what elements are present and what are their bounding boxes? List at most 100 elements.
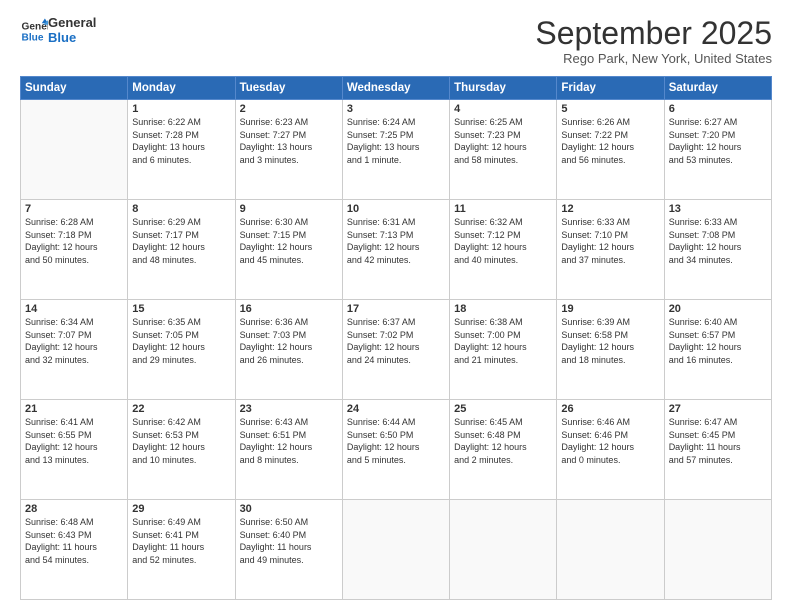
week-row-0: 1Sunrise: 6:22 AM Sunset: 7:28 PM Daylig… <box>21 100 772 200</box>
calendar-cell: 4Sunrise: 6:25 AM Sunset: 7:23 PM Daylig… <box>450 100 557 200</box>
day-number: 7 <box>25 203 123 215</box>
week-row-3: 21Sunrise: 6:41 AM Sunset: 6:55 PM Dayli… <box>21 400 772 500</box>
col-header-sunday: Sunday <box>21 77 128 100</box>
day-info: Sunrise: 6:39 AM Sunset: 6:58 PM Dayligh… <box>561 316 659 366</box>
day-info: Sunrise: 6:31 AM Sunset: 7:13 PM Dayligh… <box>347 216 445 266</box>
calendar-cell: 18Sunrise: 6:38 AM Sunset: 7:00 PM Dayli… <box>450 300 557 400</box>
day-info: Sunrise: 6:38 AM Sunset: 7:00 PM Dayligh… <box>454 316 552 366</box>
day-info: Sunrise: 6:48 AM Sunset: 6:43 PM Dayligh… <box>25 516 123 566</box>
day-number: 19 <box>561 303 659 315</box>
day-info: Sunrise: 6:34 AM Sunset: 7:07 PM Dayligh… <box>25 316 123 366</box>
calendar-cell <box>450 500 557 600</box>
calendar-cell: 26Sunrise: 6:46 AM Sunset: 6:46 PM Dayli… <box>557 400 664 500</box>
day-number: 3 <box>347 103 445 115</box>
day-info: Sunrise: 6:32 AM Sunset: 7:12 PM Dayligh… <box>454 216 552 266</box>
day-number: 23 <box>240 403 338 415</box>
day-number: 16 <box>240 303 338 315</box>
calendar-cell: 20Sunrise: 6:40 AM Sunset: 6:57 PM Dayli… <box>664 300 771 400</box>
calendar-cell: 1Sunrise: 6:22 AM Sunset: 7:28 PM Daylig… <box>128 100 235 200</box>
calendar-cell: 22Sunrise: 6:42 AM Sunset: 6:53 PM Dayli… <box>128 400 235 500</box>
day-number: 30 <box>240 503 338 515</box>
header: General Blue General Blue September 2025… <box>20 16 772 66</box>
calendar-cell: 21Sunrise: 6:41 AM Sunset: 6:55 PM Dayli… <box>21 400 128 500</box>
calendar-cell <box>21 100 128 200</box>
day-info: Sunrise: 6:28 AM Sunset: 7:18 PM Dayligh… <box>25 216 123 266</box>
calendar-table: SundayMondayTuesdayWednesdayThursdayFrid… <box>20 76 772 600</box>
calendar-cell: 30Sunrise: 6:50 AM Sunset: 6:40 PM Dayli… <box>235 500 342 600</box>
day-number: 5 <box>561 103 659 115</box>
day-info: Sunrise: 6:49 AM Sunset: 6:41 PM Dayligh… <box>132 516 230 566</box>
calendar-cell: 27Sunrise: 6:47 AM Sunset: 6:45 PM Dayli… <box>664 400 771 500</box>
logo: General Blue General Blue <box>20 16 96 46</box>
day-info: Sunrise: 6:33 AM Sunset: 7:08 PM Dayligh… <box>669 216 767 266</box>
day-number: 14 <box>25 303 123 315</box>
week-row-4: 28Sunrise: 6:48 AM Sunset: 6:43 PM Dayli… <box>21 500 772 600</box>
col-header-saturday: Saturday <box>664 77 771 100</box>
logo-blue: Blue <box>48 31 96 46</box>
day-info: Sunrise: 6:50 AM Sunset: 6:40 PM Dayligh… <box>240 516 338 566</box>
day-number: 26 <box>561 403 659 415</box>
day-number: 9 <box>240 203 338 215</box>
calendar-cell: 13Sunrise: 6:33 AM Sunset: 7:08 PM Dayli… <box>664 200 771 300</box>
day-info: Sunrise: 6:26 AM Sunset: 7:22 PM Dayligh… <box>561 116 659 166</box>
calendar-header-row: SundayMondayTuesdayWednesdayThursdayFrid… <box>21 77 772 100</box>
day-info: Sunrise: 6:25 AM Sunset: 7:23 PM Dayligh… <box>454 116 552 166</box>
calendar-cell: 17Sunrise: 6:37 AM Sunset: 7:02 PM Dayli… <box>342 300 449 400</box>
day-info: Sunrise: 6:47 AM Sunset: 6:45 PM Dayligh… <box>669 416 767 466</box>
day-number: 17 <box>347 303 445 315</box>
calendar-cell: 3Sunrise: 6:24 AM Sunset: 7:25 PM Daylig… <box>342 100 449 200</box>
calendar-cell: 7Sunrise: 6:28 AM Sunset: 7:18 PM Daylig… <box>21 200 128 300</box>
calendar-cell <box>557 500 664 600</box>
calendar-cell: 5Sunrise: 6:26 AM Sunset: 7:22 PM Daylig… <box>557 100 664 200</box>
calendar-cell: 25Sunrise: 6:45 AM Sunset: 6:48 PM Dayli… <box>450 400 557 500</box>
day-info: Sunrise: 6:40 AM Sunset: 6:57 PM Dayligh… <box>669 316 767 366</box>
calendar-cell: 11Sunrise: 6:32 AM Sunset: 7:12 PM Dayli… <box>450 200 557 300</box>
day-number: 11 <box>454 203 552 215</box>
day-info: Sunrise: 6:45 AM Sunset: 6:48 PM Dayligh… <box>454 416 552 466</box>
calendar-cell: 23Sunrise: 6:43 AM Sunset: 6:51 PM Dayli… <box>235 400 342 500</box>
day-info: Sunrise: 6:24 AM Sunset: 7:25 PM Dayligh… <box>347 116 445 166</box>
day-info: Sunrise: 6:43 AM Sunset: 6:51 PM Dayligh… <box>240 416 338 466</box>
day-number: 25 <box>454 403 552 415</box>
calendar-cell: 28Sunrise: 6:48 AM Sunset: 6:43 PM Dayli… <box>21 500 128 600</box>
day-number: 12 <box>561 203 659 215</box>
day-number: 2 <box>240 103 338 115</box>
day-number: 15 <box>132 303 230 315</box>
day-number: 4 <box>454 103 552 115</box>
page: General Blue General Blue September 2025… <box>0 0 792 612</box>
day-info: Sunrise: 6:44 AM Sunset: 6:50 PM Dayligh… <box>347 416 445 466</box>
day-info: Sunrise: 6:35 AM Sunset: 7:05 PM Dayligh… <box>132 316 230 366</box>
day-info: Sunrise: 6:27 AM Sunset: 7:20 PM Dayligh… <box>669 116 767 166</box>
day-number: 18 <box>454 303 552 315</box>
month-title: September 2025 <box>535 16 772 51</box>
day-info: Sunrise: 6:23 AM Sunset: 7:27 PM Dayligh… <box>240 116 338 166</box>
day-info: Sunrise: 6:36 AM Sunset: 7:03 PM Dayligh… <box>240 316 338 366</box>
logo-icon: General Blue <box>20 17 48 45</box>
day-info: Sunrise: 6:29 AM Sunset: 7:17 PM Dayligh… <box>132 216 230 266</box>
day-number: 6 <box>669 103 767 115</box>
day-number: 24 <box>347 403 445 415</box>
calendar-cell: 9Sunrise: 6:30 AM Sunset: 7:15 PM Daylig… <box>235 200 342 300</box>
calendar-cell: 10Sunrise: 6:31 AM Sunset: 7:13 PM Dayli… <box>342 200 449 300</box>
day-number: 10 <box>347 203 445 215</box>
col-header-wednesday: Wednesday <box>342 77 449 100</box>
title-block: September 2025 Rego Park, New York, Unit… <box>535 16 772 66</box>
day-number: 27 <box>669 403 767 415</box>
day-info: Sunrise: 6:22 AM Sunset: 7:28 PM Dayligh… <box>132 116 230 166</box>
location: Rego Park, New York, United States <box>535 51 772 66</box>
calendar-cell: 19Sunrise: 6:39 AM Sunset: 6:58 PM Dayli… <box>557 300 664 400</box>
calendar-cell <box>664 500 771 600</box>
calendar-cell: 12Sunrise: 6:33 AM Sunset: 7:10 PM Dayli… <box>557 200 664 300</box>
week-row-2: 14Sunrise: 6:34 AM Sunset: 7:07 PM Dayli… <box>21 300 772 400</box>
day-info: Sunrise: 6:42 AM Sunset: 6:53 PM Dayligh… <box>132 416 230 466</box>
col-header-tuesday: Tuesday <box>235 77 342 100</box>
calendar-cell: 15Sunrise: 6:35 AM Sunset: 7:05 PM Dayli… <box>128 300 235 400</box>
day-info: Sunrise: 6:30 AM Sunset: 7:15 PM Dayligh… <box>240 216 338 266</box>
col-header-thursday: Thursday <box>450 77 557 100</box>
day-info: Sunrise: 6:33 AM Sunset: 7:10 PM Dayligh… <box>561 216 659 266</box>
svg-text:Blue: Blue <box>22 32 44 43</box>
day-number: 29 <box>132 503 230 515</box>
day-number: 28 <box>25 503 123 515</box>
calendar-cell: 24Sunrise: 6:44 AM Sunset: 6:50 PM Dayli… <box>342 400 449 500</box>
day-info: Sunrise: 6:41 AM Sunset: 6:55 PM Dayligh… <box>25 416 123 466</box>
